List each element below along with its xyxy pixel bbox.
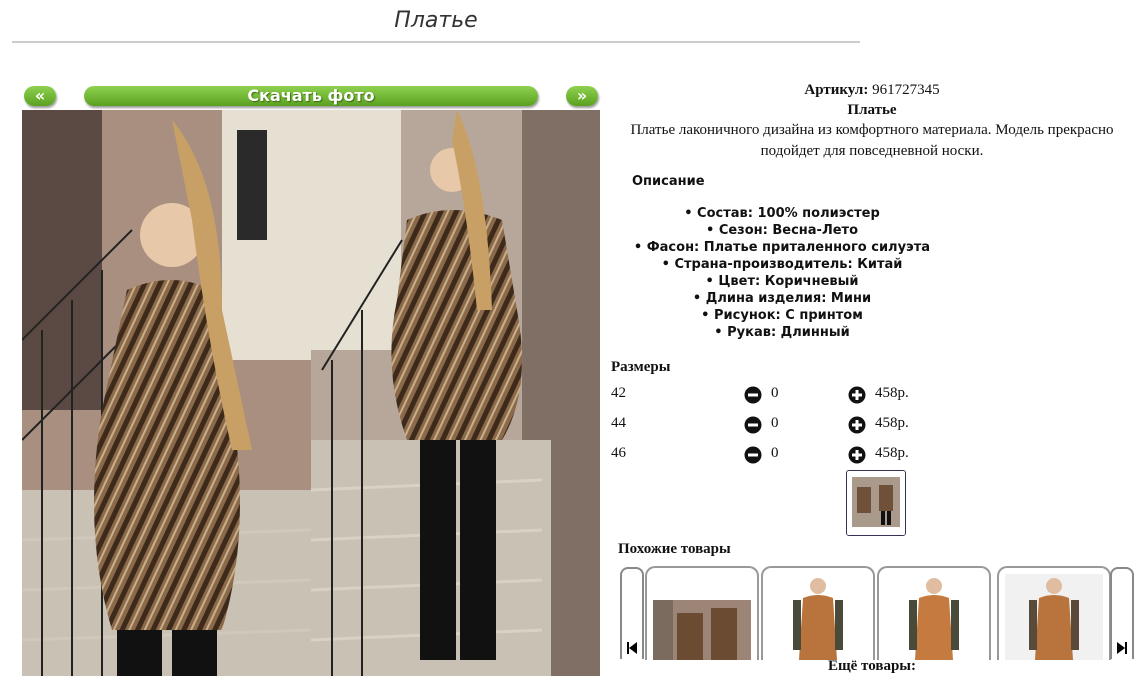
prev-photo-button[interactable]: « — [24, 86, 56, 106]
description-heading: Описание — [632, 174, 705, 189]
property-item: • Рукав: Длинный — [714, 325, 850, 340]
size-row: 44 0 458р. — [611, 415, 951, 435]
article-label: Артикул: — [804, 82, 869, 98]
property-item: • Длина изделия: Мини — [692, 291, 872, 306]
download-photo-button[interactable]: Скачать фото — [84, 86, 538, 106]
skip-back-icon — [627, 642, 637, 654]
article-value: 961727345 — [872, 82, 940, 98]
price-value: 458р. — [875, 445, 909, 461]
next-photo-button[interactable]: » — [566, 86, 598, 106]
plus-circle-icon[interactable] — [848, 446, 866, 469]
price-value: 458р. — [875, 415, 909, 431]
size-value: 44 — [611, 415, 626, 431]
plus-circle-icon[interactable] — [848, 416, 866, 439]
size-row: 46 0 458р. — [611, 445, 951, 465]
property-item: • Сезон: Весна-Лето — [705, 223, 859, 238]
minus-circle-icon[interactable] — [744, 446, 762, 469]
similar-product-card[interactable] — [997, 566, 1111, 660]
property-item: • Цвет: Коричневый — [705, 274, 859, 289]
quantity-value: 0 — [771, 445, 779, 461]
minus-circle-icon[interactable] — [744, 386, 762, 409]
property-item: • Рисунок: С принтом — [701, 308, 863, 323]
product-info: Артикул: 961727345 Платье Платье лаконич… — [606, 80, 1138, 162]
photo-thumbnail[interactable] — [846, 470, 906, 536]
size-row: 42 0 458р. — [611, 385, 951, 405]
minus-circle-icon[interactable] — [744, 416, 762, 439]
sizes-heading: Размеры — [611, 359, 671, 375]
product-photo[interactable] — [22, 110, 600, 676]
size-value: 42 — [611, 385, 626, 401]
similar-product-card[interactable] — [877, 566, 991, 660]
property-item: • Состав: 100% полиэстер — [684, 206, 880, 221]
properties-list: • Состав: 100% полиэстер • Сезон: Весна-… — [606, 205, 958, 341]
quantity-value: 0 — [771, 385, 779, 401]
carousel-next-button[interactable] — [1110, 567, 1134, 659]
page-title: Платье — [12, 8, 860, 43]
size-value: 46 — [611, 445, 626, 461]
product-description-line-1: Платье лаконичного дизайна из комфортног… — [630, 122, 1114, 138]
similar-products-heading: Похожие товары — [618, 541, 731, 557]
similar-product-card[interactable] — [761, 566, 875, 660]
skip-forward-icon — [1117, 642, 1127, 654]
similar-product-card[interactable] — [645, 566, 759, 660]
property-item: • Страна-производитель: Китай — [661, 257, 903, 272]
more-products-label[interactable]: Ещё товары: — [606, 658, 1138, 675]
product-name: Платье — [847, 102, 897, 118]
carousel-prev-button[interactable] — [620, 567, 644, 659]
product-description-line-2: подойдет для повседневной носки. — [760, 143, 984, 159]
property-item: • Фасон: Платье приталенного силуэта — [633, 240, 931, 255]
quantity-value: 0 — [771, 415, 779, 431]
price-value: 458р. — [875, 385, 909, 401]
plus-circle-icon[interactable] — [848, 386, 866, 409]
